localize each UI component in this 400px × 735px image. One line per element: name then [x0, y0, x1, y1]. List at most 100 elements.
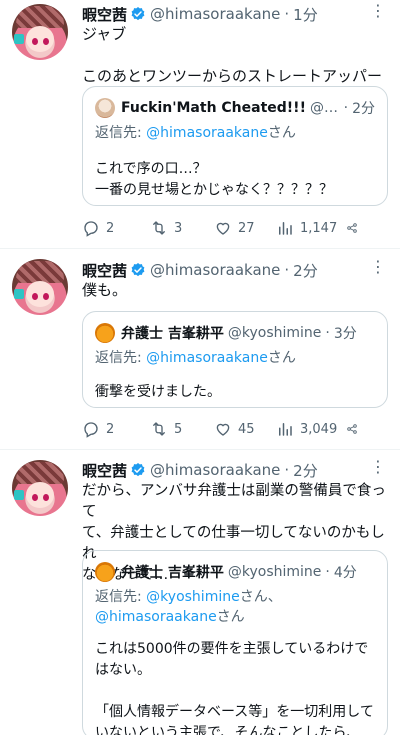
retweet-count: 3 — [174, 220, 183, 236]
like-count: 27 — [238, 220, 255, 236]
tweet-1[interactable]: 暇空茜 @himasoraakane · 1分 ⋮ ジャブ このあとワンツーから… — [0, 0, 400, 248]
quoted-tweet[interactable]: 弁護士 吉峯耕平 @kyoshimine · 4分 返信先: @kyoshimi… — [82, 550, 388, 735]
quoted-timestamp: 2分 — [352, 101, 375, 117]
verified-badge-icon — [131, 263, 145, 277]
quoted-text-line: 一番の見せ場とかじゃなく？？？？？ — [95, 182, 333, 198]
separator-dot: · — [325, 325, 330, 341]
reply-icon — [84, 221, 98, 237]
quoted-text-line: これは5000件の要件を主張しているわけで — [95, 641, 369, 657]
quoted-header: 弁護士 吉峯耕平 @kyoshimine · 3分 — [95, 322, 375, 344]
quoted-handle: @kyoshimine — [227, 325, 322, 341]
views-button[interactable]: 1,147 — [276, 219, 346, 237]
reply-context: 返信先: @himasoraakaneさん — [95, 348, 375, 368]
handle[interactable]: @himasoraakane — [150, 461, 280, 479]
tweet-text-line: だから、アンバサ弁護士は副業の警備員で食って — [82, 483, 386, 520]
quoted-timestamp: 3分 — [333, 326, 357, 342]
reply-button[interactable]: 2 — [82, 219, 150, 237]
handle[interactable]: @himasoraakane — [150, 261, 280, 279]
retweet-button[interactable]: 5 — [150, 420, 214, 438]
reply-context: 返信先: @kyoshimineさん、 @himasoraakaneさん — [95, 587, 375, 627]
separator-dot: · — [284, 261, 290, 279]
like-icon — [216, 423, 230, 436]
reply-count: 2 — [106, 220, 115, 236]
display-name[interactable]: 暇空茜 — [82, 260, 127, 281]
tweet-text-line: 僕も。 — [82, 281, 128, 299]
views-count: 3,049 — [300, 421, 338, 437]
quoted-text-line: いないという主張で、そんなことしたら、… — [95, 725, 375, 735]
quoted-avatar — [95, 98, 115, 118]
display-name[interactable]: 暇空茜 — [82, 4, 127, 25]
more-options-icon[interactable]: ⋮ — [368, 3, 388, 24]
reply-button[interactable]: 2 — [82, 420, 150, 438]
views-button[interactable]: 3,049 — [276, 420, 346, 438]
reply-prefix: 返信先: — [95, 589, 147, 605]
quoted-tweet[interactable]: Fuckin'Math Cheated!!! @Frosen... · 2分 返… — [82, 86, 388, 206]
quoted-header: 弁護士 吉峯耕平 @kyoshimine · 4分 — [95, 561, 375, 583]
avatar[interactable] — [12, 259, 68, 315]
reply-context: 返信先: @himasoraakaneさん — [95, 123, 375, 143]
tweet-text: 僕も。 — [82, 280, 388, 301]
share-icon — [347, 424, 357, 434]
reply-mention[interactable]: @himasoraakane — [146, 350, 268, 366]
quoted-avatar — [95, 323, 115, 343]
reply-suffix: さん — [216, 609, 245, 625]
quoted-header: Fuckin'Math Cheated!!! @Frosen... · 2分 — [95, 97, 375, 119]
quoted-display-name: 弁護士 吉峯耕平 — [121, 326, 224, 342]
quoted-timestamp: 4分 — [333, 565, 357, 581]
share-icon — [347, 223, 357, 233]
tweet-header: 暇空茜 @himasoraakane · 1分 — [82, 2, 318, 26]
separator-dot: · — [284, 5, 290, 23]
reply-mention[interactable]: @himasoraakane — [95, 609, 217, 625]
views-icon — [279, 222, 292, 235]
timestamp[interactable]: 2分 — [293, 460, 318, 481]
retweet-button[interactable]: 3 — [150, 219, 214, 237]
quoted-avatar — [95, 562, 115, 582]
separator-dot: · — [284, 461, 290, 479]
views-count: 1,147 — [300, 220, 338, 236]
separator-dot: · — [325, 564, 330, 580]
share-button[interactable] — [346, 219, 364, 237]
verified-badge-icon — [131, 7, 145, 21]
reply-mention[interactable]: @himasoraakane — [146, 125, 268, 141]
tweet-2[interactable]: 暇空茜 @himasoraakane · 2分 ⋮ 僕も。 弁護士 吉峯耕平 @… — [0, 249, 400, 449]
like-button[interactable]: 45 — [214, 420, 276, 438]
quoted-text-line: 「個人情報データベース等」を一切利用して — [95, 704, 374, 720]
quoted-text: これは5000件の要件を主張しているわけで はない。 「個人情報データベース等」… — [95, 639, 375, 735]
views-icon — [279, 423, 292, 436]
reply-count: 2 — [106, 421, 115, 437]
quoted-tweet[interactable]: 弁護士 吉峯耕平 @kyoshimine · 3分 返信先: @himasora… — [82, 311, 388, 408]
more-options-icon[interactable]: ⋮ — [368, 459, 388, 480]
action-bar: 2 3 27 1,147 — [82, 218, 372, 238]
handle[interactable]: @himasoraakane — [150, 5, 280, 23]
like-count: 45 — [238, 421, 255, 437]
reply-suffix: さん — [267, 125, 296, 141]
share-button[interactable] — [346, 420, 364, 438]
quoted-display-name: 弁護士 吉峯耕平 — [121, 565, 224, 581]
quoted-handle: @kyoshimine — [227, 564, 322, 580]
tweet-3[interactable]: 暇空茜 @himasoraakane · 2分 ⋮ だから、アンバサ弁護士は副業… — [0, 450, 400, 735]
separator-dot: · — [343, 100, 349, 116]
reply-mention[interactable]: @kyoshimine — [146, 589, 240, 605]
more-options-icon[interactable]: ⋮ — [368, 259, 388, 280]
tweet-header: 暇空茜 @himasoraakane · 2分 — [82, 458, 318, 482]
reply-prefix: 返信先: — [95, 350, 147, 366]
like-button[interactable]: 27 — [214, 219, 276, 237]
quoted-text: 衝撃を受けました。 — [95, 382, 375, 403]
reply-icon — [84, 422, 98, 438]
timestamp[interactable]: 2分 — [293, 260, 318, 281]
avatar[interactable] — [12, 460, 68, 516]
retweet-count: 5 — [174, 421, 183, 437]
quoted-text-line: はない。 — [95, 662, 151, 678]
avatar[interactable] — [12, 4, 68, 60]
quoted-display-name: Fuckin'Math Cheated!!! — [121, 100, 306, 116]
quoted-text-line: 衝撃を受けました。 — [95, 384, 221, 400]
display-name[interactable]: 暇空茜 — [82, 460, 127, 481]
quoted-text-line: これで序の口…？ — [95, 161, 207, 177]
reply-prefix: 返信先: — [95, 125, 147, 141]
action-bar: 2 5 45 3,049 — [82, 419, 372, 439]
timestamp[interactable]: 1分 — [293, 4, 318, 25]
tweet-header: 暇空茜 @himasoraakane · 2分 — [82, 258, 318, 282]
tweet-text-line: このあとワンツーからのストレートアッパー — [82, 67, 383, 85]
quoted-handle: @Frosen... — [309, 100, 340, 116]
reply-suffix: さん — [267, 350, 296, 366]
